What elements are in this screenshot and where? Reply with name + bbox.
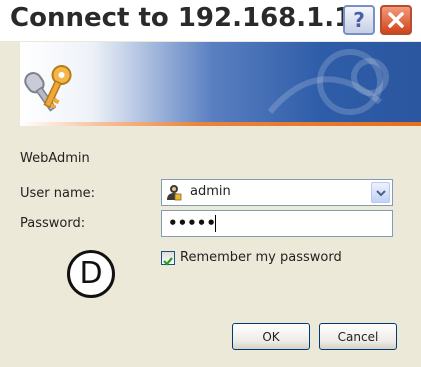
username-dropdown-button[interactable] <box>371 182 390 203</box>
close-icon <box>388 12 404 28</box>
username-label: User name: <box>20 186 96 201</box>
checkbox-box[interactable] <box>161 251 175 266</box>
username-combobox[interactable]: admin <box>161 179 393 206</box>
ok-button[interactable]: OK <box>232 323 310 350</box>
help-button[interactable]: ? <box>343 5 375 35</box>
keys-icon <box>24 65 72 112</box>
annotation-letter: D <box>79 256 103 291</box>
title-bar[interactable]: Connect to 192.168.1.1 ? <box>0 0 421 41</box>
help-icon: ? <box>353 8 365 32</box>
cancel-button[interactable]: Cancel <box>319 323 397 350</box>
annotation-badge: D <box>67 250 115 298</box>
window-title: Connect to 192.168.1.1 <box>10 3 353 33</box>
banner-decoration <box>267 49 389 115</box>
login-dialog: Connect to 192.168.1.1 ? WebAdmin User n… <box>0 0 421 367</box>
realm-label: WebAdmin <box>20 151 90 166</box>
password-field[interactable]: ••••• <box>161 210 393 237</box>
chevron-down-icon <box>375 189 386 196</box>
username-value: admin <box>190 184 231 199</box>
user-icon <box>167 185 182 201</box>
text-cursor <box>215 215 216 232</box>
password-label: Password: <box>20 216 86 231</box>
remember-label[interactable]: Remember my password <box>180 250 342 265</box>
close-button[interactable] <box>380 5 412 35</box>
dialog-banner <box>20 42 421 122</box>
password-value: ••••• <box>168 214 216 232</box>
checkmark-icon <box>163 257 173 266</box>
